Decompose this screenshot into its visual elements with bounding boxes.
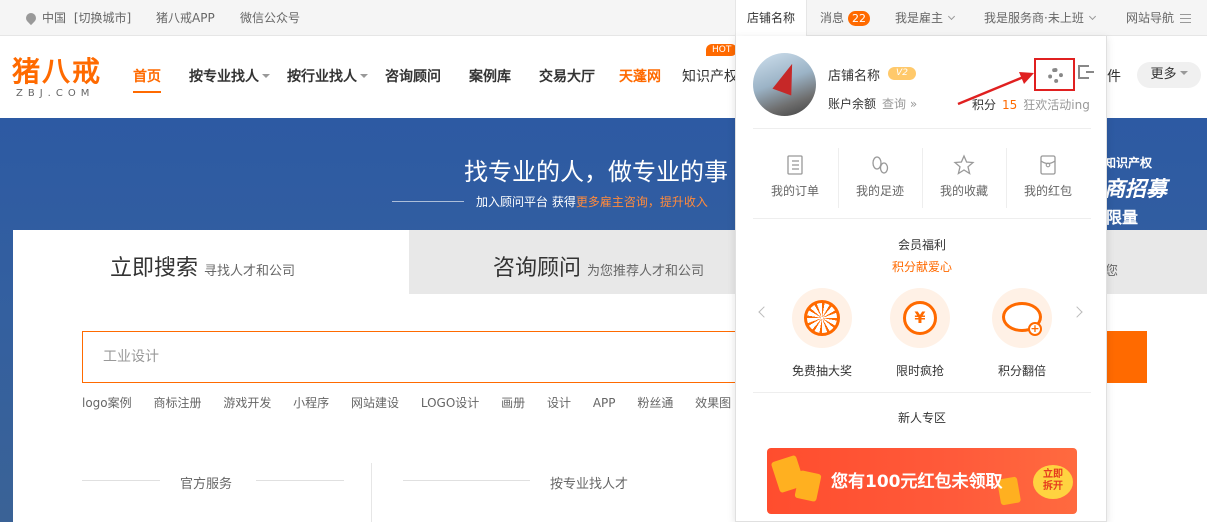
employer-menu[interactable]: 我是雇主 [895,0,956,36]
more-button[interactable]: 更多 [1137,62,1201,88]
hot-word[interactable]: 效果图 [695,396,731,410]
hot-badge: HOT [706,44,738,56]
hot-words: logo案例 商标注册 游戏开发 小程序 网站建设 LOGO设计 画册 设计 A… [82,394,749,411]
nav-consultant[interactable]: 咨询顾问 [385,66,441,86]
search-input[interactable]: 工业设计 [82,331,742,383]
messages-link[interactable]: 消息 22 [820,0,871,36]
promo-subtitle: 限量 [1106,208,1139,227]
envelope-icon [794,470,822,502]
city-location[interactable]: 中国 [切换城市] [23,0,131,36]
location-pin-icon [23,10,39,26]
nav-ip[interactable]: 知识产权 [682,66,738,86]
gear-icon[interactable] [1048,68,1063,83]
top-bar: 中国 [切换城市] 猪八戒APP 微信公众号 消息 22 我是雇主 我是服务商·未… [0,0,1207,36]
avatar[interactable] [753,53,816,116]
caret-down-icon [262,74,270,78]
balance-query-link[interactable]: 查询 » [882,97,917,111]
nav-tianpeng[interactable]: 天蓬网 [619,66,661,86]
caret-down-icon [360,74,368,78]
switch-city-link[interactable]: [切换城市] [74,11,131,25]
chevron-right-icon[interactable] [1071,306,1083,318]
level-badge: V2 [888,67,916,80]
user-dropdown-panel: 店铺名称 V2 账户余额 查询 » 积分 15 狂欢活动ing 我的订单 我的足迹 我… [735,36,1107,522]
hot-word[interactable]: 画册 [501,396,525,410]
wechat-link[interactable]: 微信公众号 [240,0,300,36]
benefit-flash-sale[interactable]: ¥ 限时疯抢 [880,288,960,379]
hot-word[interactable]: LOGO设计 [421,396,479,410]
quick-link-footprints[interactable]: 我的足迹 [838,148,922,208]
nav-partial-item[interactable]: 件 [1107,66,1121,86]
hot-word[interactable]: logo案例 [82,396,132,410]
message-count-badge: 22 [848,11,871,26]
chevron-down-icon [947,12,956,21]
shop-name-tab[interactable]: 店铺名称 [735,0,807,37]
hot-word[interactable]: 网站建设 [351,396,399,410]
logo-domain: ZBJ.COM [16,88,95,99]
promo-title[interactable]: 商招募 [1104,173,1167,203]
nav-trading-hall[interactable]: 交易大厅 [539,66,595,86]
tab-search[interactable]: 立即搜索 寻找人才和公司 [13,230,409,294]
open-red-packet-button[interactable]: 立即 拆开 [1033,465,1073,499]
quick-link-favorites[interactable]: 我的收藏 [922,148,1006,208]
section-profession-title: 按专业找人才 [550,477,629,492]
member-benefits-subtitle[interactable]: 积分献爱心 [736,258,1108,275]
member-benefits-title: 会员福利 [897,238,946,252]
hot-word[interactable]: 商标注册 [153,396,201,410]
section-official-title: 官方服务 [180,477,233,492]
logo[interactable]: 猪八戒 [12,50,102,90]
hot-word[interactable]: 小程序 [293,396,329,410]
benefit-lottery[interactable]: 免费抽大奖 [782,288,862,379]
banner-subtitle[interactable]: 加入顾问平台 获得更多雇主咨询，提升收入 [476,193,708,210]
red-packet-banner[interactable]: 您有100元红包未领取 立即 拆开 [767,448,1077,514]
nav-by-industry[interactable]: 按行业找人 [287,66,368,86]
yuan-alarm-icon: ¥ [903,301,937,335]
newbie-zone-title: 新人专区 [897,411,946,425]
hot-word[interactable]: 粉丝通 [637,396,673,410]
benefit-double-points[interactable]: + 积分翻倍 [982,288,1062,379]
site-nav-menu[interactable]: 网站导航 [1126,0,1192,36]
promo-label: 知识产权 [1104,156,1153,170]
hot-word[interactable]: 游戏开发 [223,396,271,410]
account-balance: 账户余额 查询 » [828,97,918,111]
red-packet-text: 您有100元红包未领取 [831,472,1003,492]
settings-highlight-box [1034,58,1075,91]
menu-icon [1180,14,1192,23]
nav-by-profession[interactable]: 按专业找人 [189,66,270,86]
order-list-icon [787,155,803,175]
points-info: 积分 15 狂欢活动ing [972,98,1090,112]
nav-home[interactable]: 首页 [133,66,161,93]
points-value: 15 [1002,98,1018,112]
logout-icon[interactable] [1078,65,1094,79]
nav-cases[interactable]: 案例库 [469,66,511,86]
prize-wheel-icon [804,300,840,336]
chevron-left-icon[interactable] [758,306,770,318]
shop-name[interactable]: 店铺名称 [828,65,880,84]
footprint-icon [872,156,889,174]
star-icon [953,154,975,175]
plus-icon: + [1028,322,1042,336]
points-activity-link[interactable]: 狂欢活动ing [1023,98,1090,112]
banner-title: 找专业的人，做专业的事 [464,158,728,186]
quick-link-orders[interactable]: 我的订单 [753,148,837,208]
provider-menu[interactable]: 我是服务商·未上班 [984,0,1096,36]
caret-down-icon [1179,71,1188,75]
search-button[interactable] [1107,331,1147,383]
chevron-down-icon [1088,12,1096,21]
hot-word[interactable]: 设计 [547,396,571,410]
quick-link-red-packets[interactable]: 我的红包 [1006,148,1090,208]
hot-word[interactable]: APP [593,396,616,410]
red-packet-icon [1040,155,1056,175]
app-link[interactable]: 猪八戒APP [156,0,215,36]
